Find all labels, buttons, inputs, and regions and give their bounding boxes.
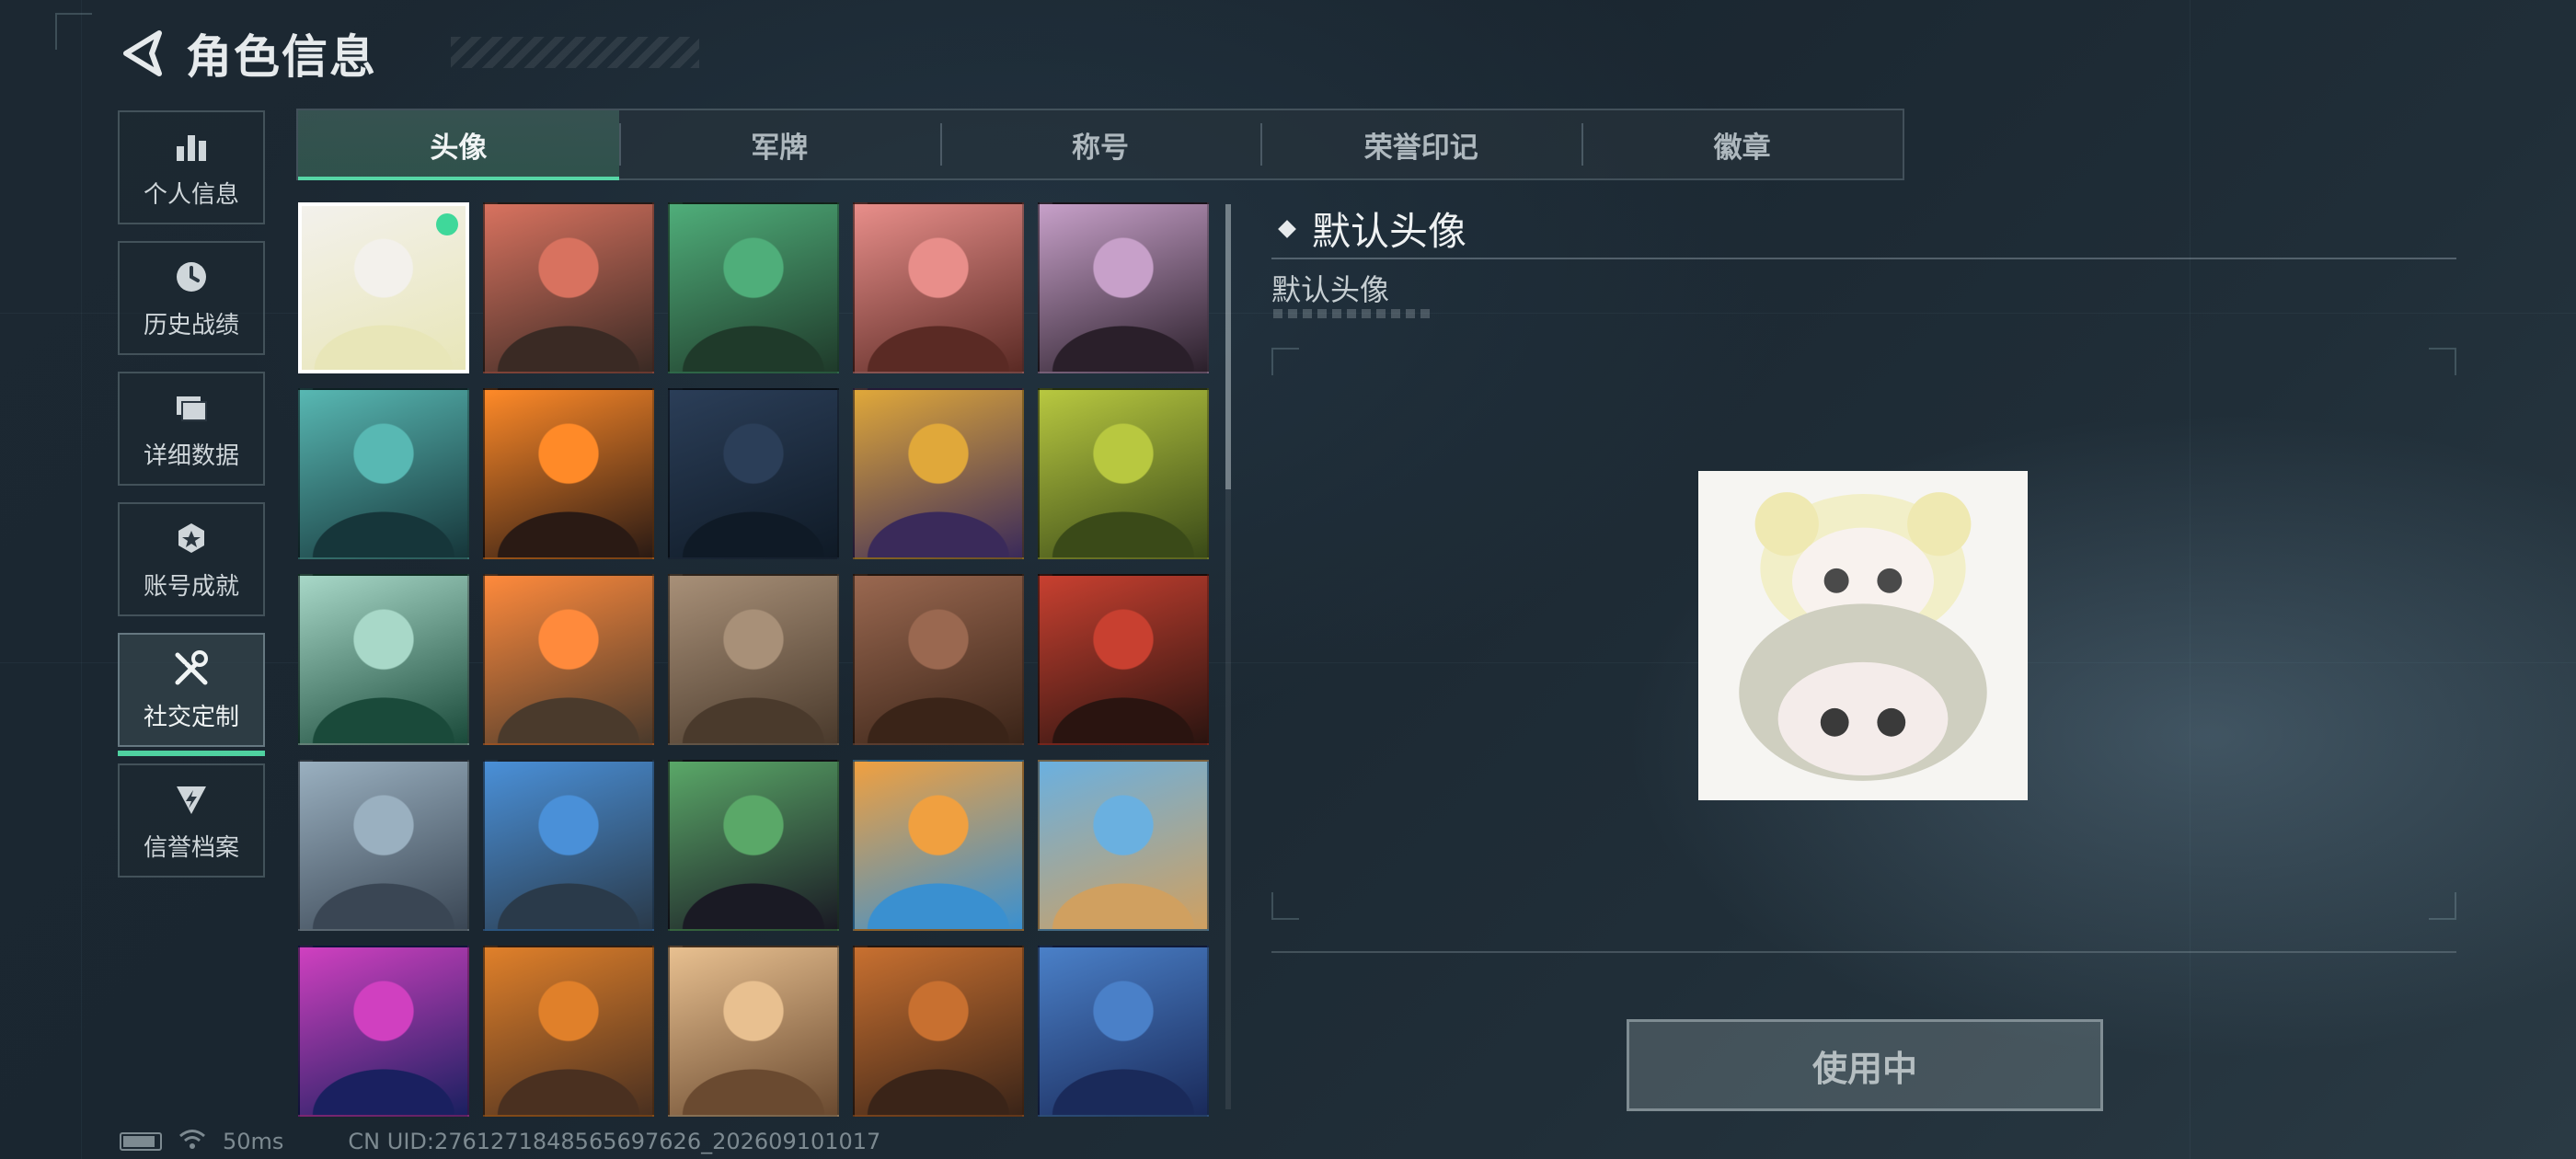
avatar-tile-soldier-red-helmet[interactable]	[853, 202, 1024, 373]
category-tabs: 头像 军牌 称号 荣誉印记 徽章	[296, 109, 1904, 180]
sidebar: 个人信息 历史战绩 详细数据 账号成就 社交定制 信誉档案	[118, 110, 265, 894]
tab-dog-tag[interactable]: 军牌	[618, 110, 940, 178]
sidebar-item-label: 个人信息	[143, 180, 239, 209]
avatar-tile-justice-emblem[interactable]	[853, 574, 1024, 745]
avatar-tile-default-avatar[interactable]	[298, 202, 469, 373]
selected-indicator-dot	[436, 213, 458, 235]
sidebar-item-detailed-data[interactable]: 详细数据	[118, 372, 265, 486]
folder-icon	[171, 387, 212, 428]
title-decoration	[451, 37, 699, 68]
avatar-tile-masked-long-hair[interactable]	[483, 388, 654, 559]
diamond-bullet-icon	[1278, 219, 1296, 238]
divider	[1271, 951, 2456, 953]
avatar-tile-blue-flowers[interactable]	[1038, 946, 1209, 1117]
corner-bracket	[1271, 348, 1299, 375]
wifi-icon	[178, 1128, 206, 1155]
corner-bracket	[1271, 892, 1299, 920]
sidebar-item-label: 历史战绩	[143, 311, 239, 339]
back-arrow-icon[interactable]	[120, 28, 164, 79]
tools-icon	[171, 648, 212, 689]
avatar-tile-night-soldier-rifle[interactable]	[668, 388, 839, 559]
avatar-grid	[298, 202, 1211, 1117]
detail-header: 默认头像	[1278, 201, 1467, 257]
avatar-tile-bearded-glasses-man[interactable]	[298, 388, 469, 559]
scrollbar-thumb[interactable]	[1225, 204, 1231, 489]
avatar-tile-exit-door-scene[interactable]	[1038, 388, 1209, 559]
avatar-tile-monkey-reading[interactable]	[853, 760, 1024, 931]
detail-title: 默认头像	[1312, 209, 1467, 254]
avatar-tile-fireworks-2026[interactable]	[298, 946, 469, 1117]
sidebar-item-label: 社交定制	[143, 703, 239, 731]
credit-badge-icon	[171, 779, 212, 820]
divider	[1271, 258, 2456, 259]
tab-avatar[interactable]: 头像	[298, 110, 619, 180]
avatar-tile-red-hair-woman[interactable]	[1038, 574, 1209, 745]
sidebar-item-social-custom[interactable]: 社交定制	[118, 633, 265, 756]
sidebar-item-personal-info[interactable]: 个人信息	[118, 110, 265, 224]
avatar-tile-rusty-truck-soldier[interactable]	[668, 574, 839, 745]
avatar-preview-image	[1698, 471, 2028, 800]
obscured-description	[1273, 309, 1432, 318]
achievement-icon	[171, 518, 212, 558]
avatar-tile-archer-operator[interactable]	[483, 760, 654, 931]
avatar-tile-bbq-soldier[interactable]	[483, 946, 654, 1117]
avatar-tile-book-cover-hand[interactable]	[853, 388, 1024, 559]
ping-value: 50ms	[223, 1129, 284, 1154]
sidebar-item-credit-record[interactable]: 信誉档案	[118, 763, 265, 878]
sidebar-item-history[interactable]: 历史战绩	[118, 241, 265, 355]
avatar-tile-green-goggle-face[interactable]	[668, 760, 839, 931]
bar-chart-icon	[171, 126, 212, 166]
corner-bracket	[2429, 892, 2456, 920]
sidebar-item-label: 详细数据	[143, 442, 239, 470]
page-header: 角色信息	[120, 20, 699, 86]
avatar-tile-soldier-green-headset[interactable]	[668, 202, 839, 373]
avatar-tile-orange-feather[interactable]	[483, 574, 654, 745]
history-clock-icon	[171, 257, 212, 297]
sidebar-item-achievements[interactable]: 账号成就	[118, 502, 265, 616]
tab-honor-mark[interactable]: 荣誉印记	[1260, 110, 1581, 178]
battery-icon	[120, 1132, 162, 1151]
page-title: 角色信息	[186, 30, 377, 84]
corner-bracket	[55, 13, 92, 50]
sidebar-item-label: 账号成就	[143, 572, 239, 601]
tab-title[interactable]: 称号	[939, 110, 1261, 178]
bg-grid-line	[81, 0, 82, 1159]
avatar-tile-way-out-sign[interactable]	[298, 574, 469, 745]
avatar-tile-pyramid-glasses-man[interactable]	[1038, 760, 1209, 931]
user-uid: CN UID:2761271848565697626_202609101017	[348, 1129, 881, 1154]
avatar-tile-white-hair-woman[interactable]	[1038, 202, 1209, 373]
sidebar-item-label: 信誉档案	[143, 833, 239, 862]
status-bar: 50ms CN UID:2761271848565697626_20260910…	[120, 1128, 880, 1155]
avatar-tile-mountain-peak-soldier[interactable]	[298, 760, 469, 931]
detail-subtitle: 默认头像	[1271, 272, 1390, 307]
corner-bracket	[2429, 348, 2456, 375]
avatar-tile-feast-group[interactable]	[853, 946, 1024, 1117]
avatar-grid-scrollbar[interactable]	[1225, 204, 1231, 1109]
tab-badge[interactable]: 徽章	[1581, 110, 1903, 178]
avatar-tile-soldier-cap-headset[interactable]	[483, 202, 654, 373]
avatar-tile-white-hair-cook[interactable]	[668, 946, 839, 1117]
in-use-button[interactable]: 使用中	[1627, 1019, 2103, 1111]
